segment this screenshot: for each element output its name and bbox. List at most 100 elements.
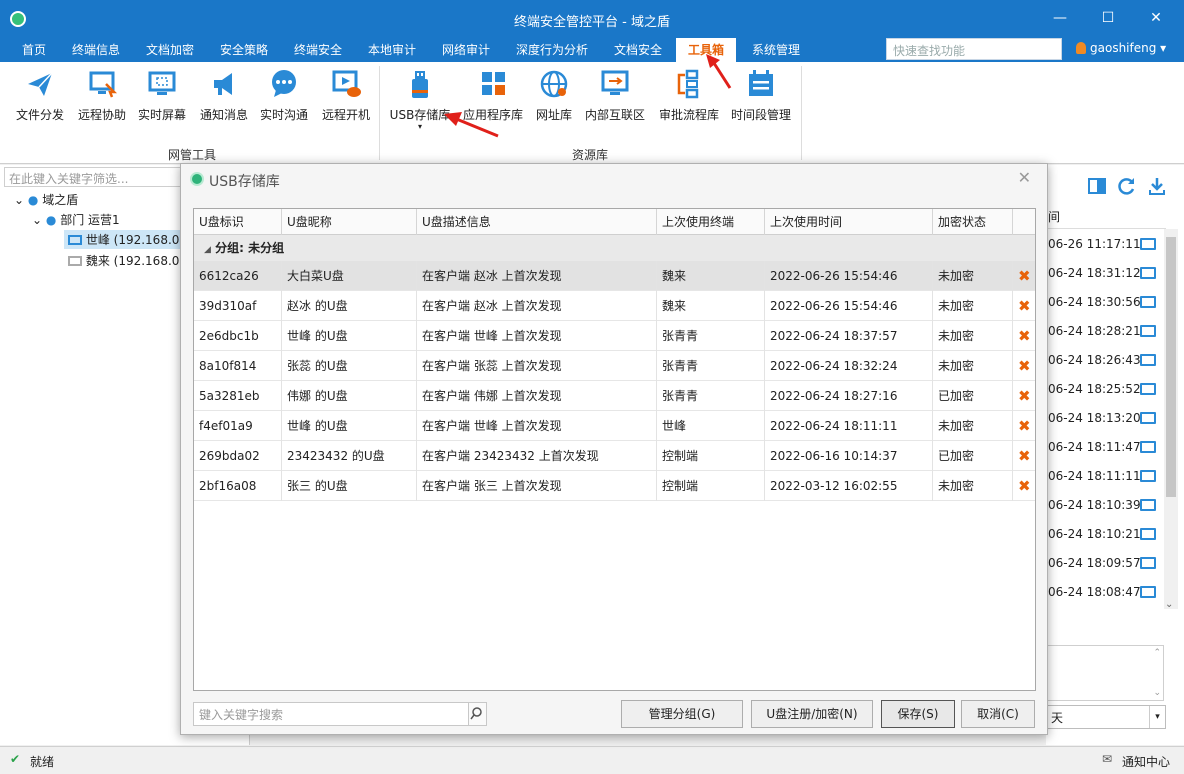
cell-status: 已加密 [933, 381, 1013, 411]
chat-bubble-icon [268, 68, 300, 100]
save-button[interactable]: 保存(S) [881, 700, 955, 728]
user-menu[interactable]: gaoshifeng ▾ [1076, 41, 1166, 55]
menu-system-admin[interactable]: 系统管理 [744, 38, 808, 62]
cell-status: 未加密 [933, 411, 1013, 441]
delete-icon[interactable]: ✖ [1018, 418, 1031, 434]
usb-register-encrypt-button[interactable]: U盘注册/加密(N) [751, 700, 873, 728]
col-last-terminal[interactable]: 上次使用终端 [657, 209, 765, 235]
cell-terminal: 魏来 [657, 291, 765, 321]
time-period-label: 时间段管理 [730, 108, 791, 122]
menu-terminal-info[interactable]: 终端信息 [64, 38, 128, 62]
tree-root[interactable]: ⌄ ● 域之盾 [14, 191, 78, 208]
delete-icon[interactable]: ✖ [1018, 478, 1031, 494]
table-row[interactable]: 8a10f814 张蕊 的U盘 在客户端 张蕊 上首次发现 张青青 2022-06-24… [194, 351, 1035, 381]
col-usb-desc[interactable]: U盘描述信息 [417, 209, 657, 235]
tree-filter-input[interactable]: 在此键入关键字筛选... [4, 167, 182, 187]
cell-time: 2022-06-24 18:32:24 [765, 351, 933, 381]
menu-home[interactable]: 首页 [12, 38, 56, 62]
dialog-close-button[interactable]: ✕ [1018, 168, 1031, 187]
delete-icon[interactable]: ✖ [1018, 358, 1031, 374]
group-row[interactable]: ◢ 分组: 未分组 [194, 235, 1035, 261]
tree-dept[interactable]: ⌄ ● 部门 运营1 [32, 211, 120, 228]
table-row[interactable]: 2e6dbc1b 世峰 的U盘 在客户端 世峰 上首次发现 张青青 2022-06-24… [194, 321, 1035, 351]
cell-name: 伟娜 的U盘 [282, 381, 417, 411]
table-row[interactable]: 39d310af 赵冰 的U盘 在客户端 赵冰 上首次发现 魏来 2022-06-26 … [194, 291, 1035, 321]
annotation-arrow-usb [444, 112, 499, 138]
scroll-down-icon[interactable]: ⌄ [1153, 688, 1161, 698]
cancel-button[interactable]: 取消(C) [961, 700, 1035, 728]
delete-icon[interactable]: ✖ [1018, 298, 1031, 314]
menu-network-audit[interactable]: 网络审计 [434, 38, 498, 62]
col-usb-id[interactable]: U盘标识 [194, 209, 282, 235]
menu-behavior-analysis[interactable]: 深度行为分析 [508, 38, 596, 62]
table-row[interactable]: f4ef01a9 世峰 的U盘 在客户端 世峰 上首次发现 世峰 2022-06-24 … [194, 411, 1035, 441]
cell-name: 23423432 的U盘 [282, 441, 417, 471]
remote-assist-button[interactable]: 远程协助 [74, 68, 130, 123]
close-button[interactable]: ✕ [1146, 8, 1166, 28]
file-distribute-label: 文件分发 [15, 108, 64, 122]
table-row[interactable]: 269bda02 23423432 的U盘 在客户端 23423432 上首次发现控… [194, 441, 1035, 471]
tree-node-weilai[interactable]: 魏来 (192.168.0. [64, 251, 187, 270]
scroll-up-icon[interactable]: ⌃ [1153, 648, 1161, 658]
scrollbar-thumb[interactable] [1166, 237, 1176, 497]
cell-terminal: 张青青 [657, 351, 765, 381]
col-usb-name[interactable]: U盘昵称 [282, 209, 417, 235]
cell-status: 未加密 [933, 351, 1013, 381]
file-distribute-button[interactable]: 文件分发 [12, 68, 68, 123]
refresh-icon[interactable] [1118, 177, 1136, 195]
log-time: 06-24 18:08:47 [1048, 585, 1141, 599]
col-last-time[interactable]: 上次使用时间 [765, 209, 933, 235]
menu-doc-security[interactable]: 文档安全 [606, 38, 670, 62]
notify-message-button[interactable]: 通知消息 [196, 68, 252, 123]
remote-boot-button[interactable]: 远程开机 [318, 68, 374, 123]
quick-search-input[interactable]: 快速查找功能 [886, 38, 1062, 60]
dialog-search-input[interactable]: 键入关键字搜索 [193, 702, 487, 726]
time-column-header: 间 [1046, 205, 1166, 229]
maximize-button[interactable]: ☐ [1098, 8, 1118, 28]
cell-id: 8a10f814 [194, 351, 282, 381]
menu-doc-encrypt[interactable]: 文档加密 [138, 38, 202, 62]
url-library-button[interactable]: 网址库 [532, 68, 576, 123]
vertical-scrollbar[interactable]: ⌄ [1164, 229, 1178, 610]
cell-time: 2022-06-26 15:54:46 [765, 291, 933, 321]
delete-icon[interactable]: ✖ [1018, 448, 1031, 464]
panel-icon[interactable] [1088, 177, 1106, 195]
cell-name: 世峰 的U盘 [282, 321, 417, 351]
delete-icon[interactable]: ✖ [1018, 328, 1031, 344]
menu-terminal-security[interactable]: 终端安全 [286, 38, 350, 62]
menu-local-audit[interactable]: 本地审计 [360, 38, 424, 62]
table-header: U盘标识 U盘昵称 U盘描述信息 上次使用终端 上次使用时间 加密状态 [194, 209, 1035, 235]
log-time: 06-24 18:28:21 [1048, 324, 1141, 338]
remote-assist-label: 远程协助 [77, 108, 126, 122]
notify-center-link[interactable]: 通知中心 [1122, 753, 1170, 770]
delete-icon[interactable]: ✖ [1018, 388, 1031, 404]
search-icon[interactable] [468, 703, 486, 725]
cell-status: 未加密 [933, 321, 1013, 351]
combo-arrow-icon[interactable]: ▾ [1149, 706, 1165, 728]
dialog-title: USB存储库 [209, 174, 280, 190]
download-icon[interactable] [1148, 177, 1166, 195]
col-encrypt-status[interactable]: 加密状态 [933, 209, 1013, 235]
realtime-screen-button[interactable]: 实时屏幕 [134, 68, 190, 123]
period-combo[interactable]: 天 ▾ [1046, 705, 1166, 729]
tree-node-label: 世峰 (192.168.0. [85, 233, 184, 247]
computer-icon [1140, 441, 1156, 453]
detail-textbox[interactable]: ⌃ ⌄ [1046, 645, 1164, 701]
menu-security-policy[interactable]: 安全策略 [212, 38, 276, 62]
minimize-button[interactable]: — [1050, 8, 1070, 28]
computer-icon [1140, 267, 1156, 279]
computer-icon [1140, 499, 1156, 511]
usb-storage-dialog: USB存储库 ✕ U盘标识 U盘昵称 U盘描述信息 上次使用终端 上次使用时间 … [180, 163, 1048, 735]
intranet-zone-button[interactable]: 内部互联区 [582, 68, 648, 123]
table-row[interactable]: 6612ca26 大白菜U盘 在客户端 赵冰 上首次发现 魏来 2022-06-26 1… [194, 261, 1035, 291]
table-row[interactable]: 5a3281eb 伟娜 的U盘 在客户端 伟娜 上首次发现 张青青 2022-06-24… [194, 381, 1035, 411]
collapse-triangle-icon[interactable]: ◢ [204, 245, 211, 255]
realtime-chat-button[interactable]: 实时沟通 [256, 68, 312, 123]
manage-groups-button[interactable]: 管理分组(G) [621, 700, 743, 728]
tree-node-shifeng[interactable]: 世峰 (192.168.0. [64, 230, 184, 249]
delete-icon[interactable]: ✖ [1018, 268, 1031, 284]
status-bar: ✔ 就绪 ✉ 通知中心 [0, 746, 1184, 774]
scroll-down-icon[interactable]: ⌄ [1165, 600, 1173, 610]
table-row[interactable]: 2bf16a08 张三 的U盘 在客户端 张三 上首次发现 控制端 2022-03-12… [194, 471, 1035, 501]
realtime-chat-label: 实时沟通 [259, 108, 308, 122]
